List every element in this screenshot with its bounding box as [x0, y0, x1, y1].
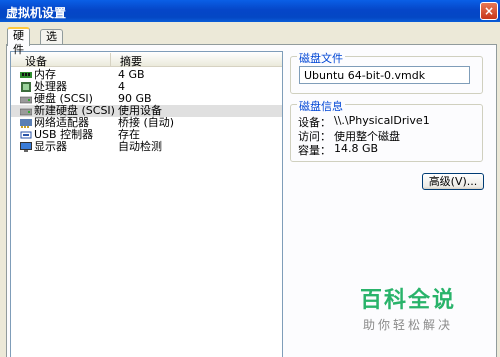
capacity-value: 14.8 GB	[334, 142, 379, 155]
disk-file-title: 磁盘文件	[297, 50, 345, 66]
usb-icon	[20, 131, 32, 139]
watermark-title: 百科全说	[359, 288, 456, 313]
disk-info-title: 磁盘信息	[297, 98, 345, 114]
watermark: 百科全说 助你轻松解决	[333, 282, 483, 333]
device-list-header: 设备 摘要	[11, 52, 284, 68]
device-row-display[interactable]: 显示器 自动检测	[11, 141, 282, 153]
tab-options[interactable]: 选项	[40, 29, 63, 57]
device-summary: 自动检测	[118, 140, 162, 153]
monitor-icon	[20, 142, 32, 152]
tab-hardware[interactable]: 硬件	[7, 27, 30, 56]
advanced-button[interactable]: 高级(V)...	[422, 173, 484, 190]
watermark-subtitle: 助你轻松解决	[362, 318, 453, 332]
close-icon: ×	[483, 4, 495, 18]
harddisk-icon	[20, 96, 32, 104]
column-header-device[interactable]: 设备	[11, 53, 111, 68]
device-name: 显示器	[34, 140, 67, 153]
disk-file-input[interactable]: Ubuntu 64-bit-0.vmdk	[299, 66, 470, 84]
memory-icon	[20, 72, 32, 78]
close-button[interactable]: ×	[480, 2, 498, 20]
capacity-info-line: 容量： 14.8 GB	[298, 142, 378, 158]
device-value: \\.\PhysicalDrive1	[334, 114, 430, 127]
cpu-icon	[21, 82, 31, 92]
title-bar: 虚拟机设置 ×	[0, 0, 500, 22]
device-list: 设备 摘要 内存 4 GB 处理器 4 硬盘 (SCSI) 90 GB 新建硬盘…	[10, 51, 283, 357]
network-adapter-icon	[20, 119, 32, 128]
window-title: 虚拟机设置	[6, 6, 67, 20]
harddisk-icon	[20, 108, 32, 116]
capacity-label: 容量：	[298, 144, 331, 157]
column-header-summary[interactable]: 摘要	[111, 53, 284, 68]
